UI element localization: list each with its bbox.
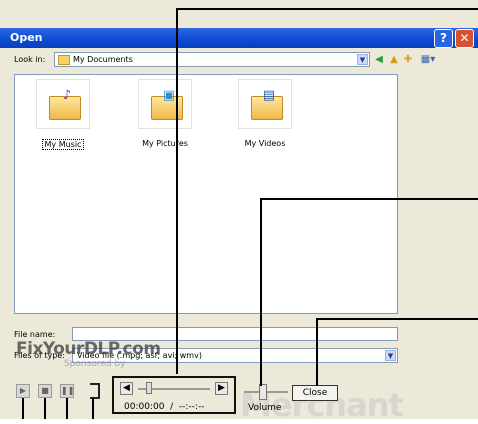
file-list[interactable]: ♪ My Music ▣ My Pictures ▤ My Videos [14,74,398,314]
folder-item-my-videos[interactable]: ▤ My Videos [229,79,301,148]
seek-thumb[interactable] [146,382,152,394]
folder-item-my-pictures[interactable]: ▣ My Pictures [129,79,201,148]
look-in-label: Look in: [14,55,46,64]
folder-label: My Videos [244,139,286,148]
up-folder-icon[interactable]: ▲ [388,54,400,66]
callout-line [22,398,24,419]
look-in-value: My Documents [73,55,133,64]
callout-line [92,398,94,419]
folder-label: My Pictures [142,139,188,148]
look-in-row: Look in: My Documents ▼ ◀ ▲ ✚ ▦▾ [0,50,478,72]
views-menu-icon[interactable]: ▦▾ [418,54,438,66]
volume-label: Volume [248,403,282,413]
file-name-label: File name: [14,330,56,339]
new-folder-icon[interactable]: ✚ [402,54,414,66]
volume-thumb[interactable] [259,384,267,400]
seek-panel: ◀ ▶ 00:00:00 / --:--:-- [112,376,236,414]
watermark-sponsor: Sponsored by [64,359,126,369]
chevron-down-icon[interactable]: ▼ [385,350,396,361]
pause-button[interactable]: ❚❚ [60,384,74,398]
close-button[interactable]: Close [292,385,338,401]
folder-icon [58,55,70,65]
chevron-down-icon[interactable]: ▼ [357,54,368,65]
callout-line [316,318,478,320]
folder-item-my-music[interactable]: ♪ My Music [27,79,99,150]
time-readout: 00:00:00 / --:--:-- [124,402,205,412]
callout-line [260,198,262,386]
music-note-icon: ♪ [62,88,72,103]
folder-thumbnail: ▣ [138,79,192,129]
callout-line [176,8,478,10]
film-icon: ▤ [262,88,276,103]
title-bar: Open ? ✕ [0,28,478,48]
window-title: Open [10,31,43,44]
picture-icon: ▣ [162,88,176,103]
look-in-combo[interactable]: My Documents ▼ [54,52,370,67]
help-button[interactable]: ? [434,29,453,48]
watermark-brand: FixYourDLP.com [16,339,161,359]
close-window-button[interactable]: ✕ [455,29,474,48]
callout-line [66,398,68,419]
back-icon[interactable]: ◀ [373,54,385,66]
folder-thumbnail: ♪ [36,79,90,129]
player-controls: ▶ ■ ❚❚ [0,380,478,419]
stop-button[interactable]: ■ [38,384,52,398]
callout-line [176,8,178,374]
play-button[interactable]: ▶ [16,384,30,398]
folder-thumbnail: ▤ [238,79,292,129]
callout-line [44,398,46,419]
folder-label: My Music [41,139,85,150]
callout-line [316,318,318,386]
rewind-button[interactable]: ◀ [120,382,133,395]
repeat-icon[interactable] [90,383,100,399]
callout-line [260,198,478,200]
open-dialog: Open ? ✕ Look in: My Documents ▼ ◀ ▲ ✚ ▦… [0,0,478,424]
forward-button[interactable]: ▶ [215,382,228,395]
